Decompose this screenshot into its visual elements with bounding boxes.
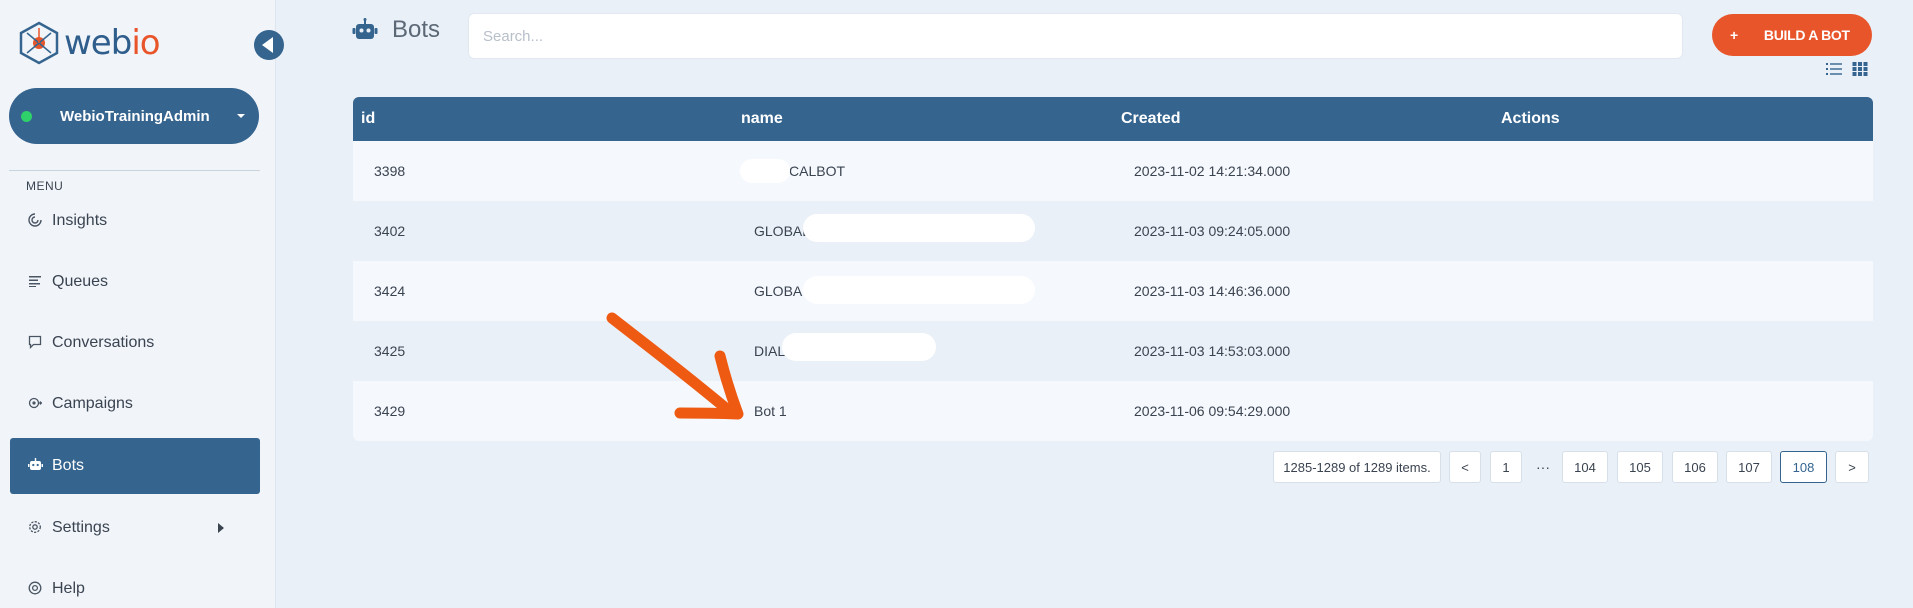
menu-label: MENU [26, 179, 64, 193]
cell-id: 3425 [374, 343, 406, 359]
cell-id: 3424 [374, 283, 406, 299]
redaction-mark [740, 159, 790, 183]
campaigns-icon [26, 396, 44, 413]
sidebar-divider [9, 170, 260, 171]
cell-created: 2023-11-03 14:46:36.000 [1134, 283, 1291, 299]
cell-name: GLOBA [754, 283, 803, 299]
pagination-page-108-current[interactable]: 108 [1780, 451, 1827, 483]
sidebar-item-label: Conversations [52, 334, 155, 351]
cell-id: 3398 [374, 163, 406, 179]
chat-bubble-icon [26, 335, 44, 352]
column-header-name[interactable]: name [741, 110, 783, 128]
insights-icon [26, 212, 44, 230]
pagination-prev-button[interactable]: < [1449, 451, 1481, 483]
pagination-page-104[interactable]: 104 [1562, 451, 1608, 483]
sidebar-item-bots[interactable]: Bots [10, 438, 260, 494]
sidebar-item-label: Insights [52, 212, 108, 229]
logo-text: webio [64, 23, 161, 63]
page-title: Bots [352, 16, 440, 44]
pagination-next-button[interactable]: > [1835, 451, 1869, 483]
pagination-page-107[interactable]: 107 [1726, 451, 1772, 483]
plus-icon: + [1730, 27, 1738, 43]
table-row[interactable]: 3402 GLOBAL 2023-11-03 09:24:05.000 [353, 201, 1873, 261]
sidebar-item-settings[interactable]: Settings [10, 500, 260, 556]
collapse-sidebar-button[interactable] [254, 30, 284, 60]
cell-name: CALBOT [789, 163, 846, 179]
sidebar-item-conversations[interactable]: Conversations [10, 315, 260, 371]
build-a-bot-button[interactable]: + BUILD A BOT [1712, 14, 1872, 56]
chevron-down-icon [237, 114, 245, 118]
bots-table: id name Created Actions 3398 CALBOT 2023… [353, 97, 1873, 441]
account-selector[interactable]: WebioTrainingAdmin [9, 88, 259, 144]
pagination-ellipsis[interactable]: ··· [1536, 451, 1550, 483]
cell-created: 2023-11-02 14:21:34.000 [1134, 163, 1291, 179]
cell-name: GLOBAL [754, 223, 811, 239]
table-row[interactable]: 3398 CALBOT 2023-11-02 14:21:34.000 [353, 141, 1873, 201]
column-header-actions: Actions [1501, 110, 1560, 127]
column-header-id[interactable]: id [361, 110, 375, 128]
sidebar-item-label: Campaigns [52, 395, 133, 412]
sidebar-item-label: Bots [52, 457, 85, 474]
table-header: id name Created Actions [353, 97, 1873, 141]
cell-created: 2023-11-06 09:54:29.000 [1134, 403, 1291, 419]
page-title-text: Bots [392, 16, 441, 43]
table-row[interactable]: 3425 DIAL 2023-11-03 14:53:03.000 [353, 321, 1873, 381]
caret-left-icon [262, 37, 273, 53]
sidebar-item-queues[interactable]: Queues [10, 254, 260, 310]
list-view-icon[interactable] [1826, 62, 1842, 76]
gear-icon [26, 520, 44, 537]
queues-icon [26, 274, 44, 290]
help-icon [26, 581, 44, 598]
sidebar: webio WebioTrainingAdmin MENU Insights Q… [0, 0, 284, 608]
webio-logo[interactable]: webio [16, 20, 161, 66]
search-input[interactable] [468, 13, 1683, 59]
sidebar-item-label: Settings [52, 519, 110, 536]
pagination-page-105[interactable]: 105 [1617, 451, 1663, 483]
cell-created: 2023-11-03 14:53:03.000 [1134, 343, 1291, 359]
annotation-arrow [606, 312, 744, 420]
build-a-bot-label: BUILD A BOT [1763, 27, 1850, 43]
robot-icon [352, 18, 378, 39]
pagination-page-1[interactable]: 1 [1490, 451, 1522, 483]
pagination-page-106[interactable]: 106 [1672, 451, 1718, 483]
redaction-mark [782, 333, 936, 361]
sidebar-item-insights[interactable]: Insights [10, 193, 260, 249]
redaction-mark [803, 276, 1035, 304]
logo-hex-icon [19, 21, 59, 65]
caret-right-icon [218, 523, 224, 533]
cell-id: 3402 [374, 223, 406, 239]
cell-created: 2023-11-03 09:24:05.000 [1134, 223, 1291, 239]
sidebar-item-label: Help [52, 580, 85, 597]
online-status-dot [21, 110, 32, 122]
sidebar-item-help[interactable]: Help [10, 561, 260, 608]
pagination-info: 1285-1289 of 1289 items. [1273, 451, 1441, 483]
account-name: WebioTrainingAdmin [60, 107, 210, 125]
cell-id: 3429 [374, 403, 406, 419]
table-row[interactable]: 3429 Bot 1 2023-11-06 09:54:29.000 [353, 381, 1873, 441]
redaction-mark [803, 214, 1035, 242]
sidebar-item-label: Queues [52, 273, 109, 290]
robot-icon [26, 458, 44, 474]
table-row[interactable]: 3424 GLOBA 2023-11-03 14:46:36.000 [353, 261, 1873, 321]
grid-view-icon[interactable] [1852, 62, 1868, 76]
sidebar-item-campaigns[interactable]: Campaigns [10, 376, 260, 432]
column-header-created[interactable]: Created [1121, 110, 1181, 128]
